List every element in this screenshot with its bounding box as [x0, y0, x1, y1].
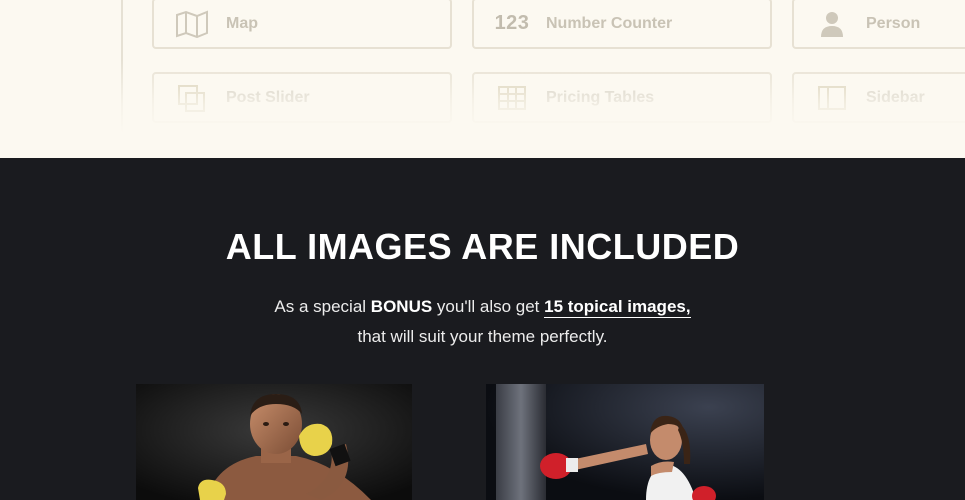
bonus-text: BONUS	[370, 297, 433, 316]
module-label: Sidebar	[866, 88, 925, 106]
person-icon	[814, 9, 850, 39]
boxer-man-image	[136, 384, 412, 500]
module-label: Post Slider	[226, 88, 310, 106]
divider-line	[121, 0, 123, 150]
section-description: As a special BONUS you'll also get 15 to…	[0, 292, 965, 352]
module-tile-number-counter[interactable]: 123 Number Counter	[472, 0, 772, 49]
module-tile-map[interactable]: Map	[152, 0, 452, 49]
module-tile-pricing-tables[interactable]: Pricing Tables	[472, 72, 772, 123]
number-counter-icon: 123	[494, 9, 530, 39]
module-tile-post-slider[interactable]: Post Slider	[152, 72, 452, 123]
sidebar-icon	[814, 83, 850, 113]
module-label: Pricing Tables	[546, 88, 655, 106]
section-headline: ALL IMAGES ARE INCLUDED	[225, 226, 740, 267]
module-label: Person	[866, 14, 921, 32]
module-tile-person[interactable]: Person	[792, 0, 965, 49]
description-text-line2: that will suit your theme perfectly.	[357, 327, 608, 346]
description-text: As a special	[274, 297, 371, 316]
module-label: Number Counter	[546, 14, 673, 32]
topical-images-link[interactable]: 15 topical images,	[544, 297, 691, 318]
map-icon	[174, 9, 210, 39]
description-text: you'll also get	[432, 297, 545, 316]
boxer-woman-image	[486, 384, 764, 500]
images-included-section: ALL IMAGES ARE INCLUDED As a special BON…	[0, 158, 965, 500]
number-counter-icon-text: 123	[494, 12, 530, 34]
module-label: Map	[226, 14, 258, 32]
pricing-table-icon	[494, 83, 530, 113]
module-tile-sidebar[interactable]: Sidebar	[792, 72, 965, 123]
post-slider-icon	[174, 83, 210, 113]
modules-section: Map 123 Number Counter Person Post Slide…	[0, 0, 965, 158]
